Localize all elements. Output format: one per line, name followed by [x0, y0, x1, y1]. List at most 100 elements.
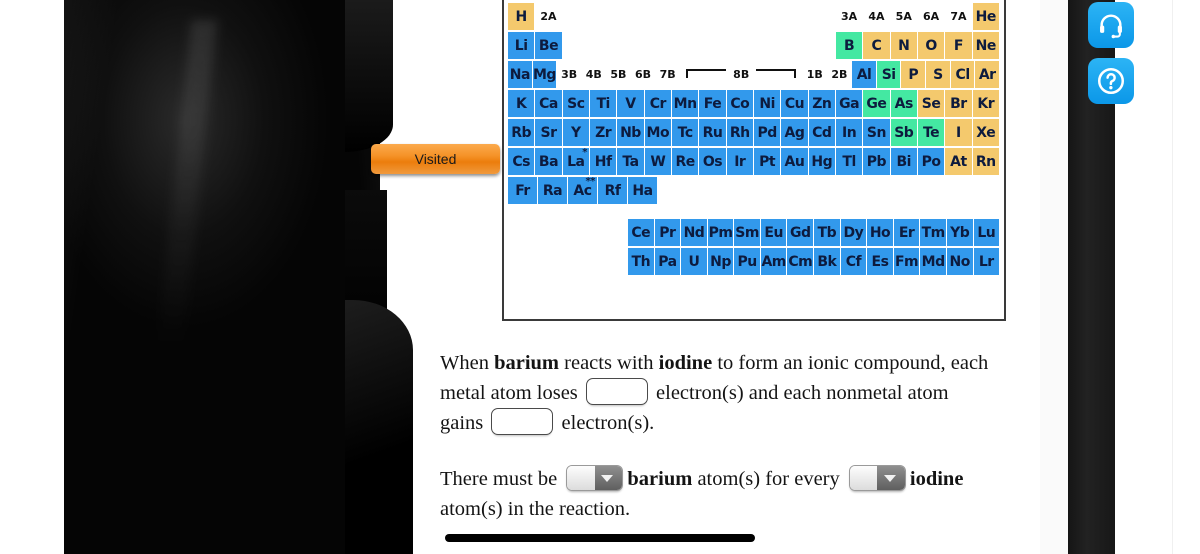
- element-cell[interactable]: Mn: [671, 90, 699, 117]
- visited-tab[interactable]: Visited: [371, 144, 500, 174]
- element-cell[interactable]: La *: [562, 148, 589, 175]
- element-cell[interactable]: Ho: [867, 219, 893, 246]
- help-button[interactable]: [1088, 58, 1134, 104]
- element-cell[interactable]: Co: [726, 90, 753, 117]
- support-button[interactable]: [1088, 2, 1134, 48]
- element-cell[interactable]: Al: [852, 61, 876, 88]
- element-cell[interactable]: I: [945, 119, 972, 146]
- element-cell[interactable]: Kr: [972, 90, 999, 117]
- element-cell[interactable]: N: [890, 32, 917, 59]
- element-cell[interactable]: S: [926, 61, 950, 88]
- element-cell[interactable]: Ir: [726, 148, 753, 175]
- element-cell[interactable]: Rb: [508, 119, 535, 146]
- element-cell[interactable]: Au: [781, 148, 808, 175]
- element-cell[interactable]: Pb: [863, 148, 890, 175]
- element-cell[interactable]: Nd: [681, 219, 707, 246]
- element-cell[interactable]: Na: [508, 61, 532, 88]
- element-cell[interactable]: He: [972, 3, 999, 30]
- element-cell[interactable]: Ti: [589, 90, 617, 117]
- element-cell[interactable]: Sm: [734, 219, 760, 246]
- metal-electrons-input[interactable]: [585, 378, 648, 405]
- element-cell[interactable]: Sr: [535, 119, 562, 146]
- element-cell[interactable]: Hf: [589, 148, 617, 175]
- element-cell[interactable]: Ne: [972, 32, 999, 59]
- element-cell[interactable]: Ag: [781, 119, 808, 146]
- element-cell[interactable]: Gd: [787, 219, 814, 246]
- element-cell[interactable]: Es: [867, 248, 893, 275]
- element-cell[interactable]: Hg: [808, 148, 835, 175]
- element-cell[interactable]: Tm: [920, 219, 946, 246]
- element-cell[interactable]: Sc: [562, 90, 589, 117]
- element-cell[interactable]: Eu: [760, 219, 787, 246]
- element-cell[interactable]: Ha: [628, 177, 657, 204]
- element-cell[interactable]: Ca: [535, 90, 562, 117]
- element-cell[interactable]: Mo: [644, 119, 671, 146]
- element-cell[interactable]: Tb: [814, 219, 840, 246]
- element-cell[interactable]: V: [617, 90, 644, 117]
- element-cell[interactable]: Md: [920, 248, 946, 275]
- element-cell[interactable]: Am: [760, 248, 787, 275]
- element-cell[interactable]: U: [681, 248, 707, 275]
- element-cell[interactable]: Bi: [890, 148, 917, 175]
- element-cell[interactable]: Nb: [617, 119, 644, 146]
- element-cell[interactable]: Er: [893, 219, 920, 246]
- element-cell[interactable]: Cf: [840, 248, 867, 275]
- element-cell[interactable]: Be: [535, 32, 562, 59]
- nonmetal-count-select[interactable]: [848, 465, 906, 491]
- element-cell[interactable]: Np: [707, 248, 734, 275]
- element-cell[interactable]: No: [946, 248, 973, 275]
- element-cell[interactable]: Pm: [707, 219, 734, 246]
- element-cell[interactable]: Pt: [753, 148, 781, 175]
- element-cell[interactable]: Pu: [734, 248, 760, 275]
- element-cell[interactable]: C: [863, 32, 890, 59]
- element-cell[interactable]: Ge: [863, 90, 890, 117]
- element-cell[interactable]: Tc: [671, 119, 699, 146]
- element-cell[interactable]: As: [890, 90, 917, 117]
- element-cell[interactable]: P: [901, 61, 926, 88]
- element-cell[interactable]: Y: [562, 119, 589, 146]
- element-cell[interactable]: Rh: [726, 119, 753, 146]
- element-cell[interactable]: Dy: [840, 219, 867, 246]
- element-cell[interactable]: Pd: [753, 119, 781, 146]
- element-cell[interactable]: Fm: [893, 248, 920, 275]
- element-cell[interactable]: Cl: [950, 61, 975, 88]
- scrollbar-track[interactable]: [1178, 0, 1194, 554]
- element-cell[interactable]: Re: [671, 148, 699, 175]
- element-cell[interactable]: Tl: [835, 148, 863, 175]
- element-cell[interactable]: Lu: [973, 219, 1000, 246]
- element-cell[interactable]: F: [945, 32, 972, 59]
- element-cell[interactable]: Fr: [508, 177, 537, 204]
- metal-count-select[interactable]: [566, 465, 624, 491]
- element-cell[interactable]: W: [644, 148, 671, 175]
- element-cell[interactable]: H: [508, 3, 535, 30]
- element-cell[interactable]: Sn: [863, 119, 890, 146]
- element-cell[interactable]: Cd: [808, 119, 835, 146]
- element-cell[interactable]: Th: [628, 248, 654, 275]
- element-cell[interactable]: Pa: [654, 248, 681, 275]
- element-cell[interactable]: Br: [945, 90, 972, 117]
- element-cell[interactable]: Ga: [835, 90, 863, 117]
- element-cell[interactable]: Ar: [975, 61, 1000, 88]
- element-cell[interactable]: Ac **: [568, 177, 597, 204]
- element-cell[interactable]: Ni: [753, 90, 781, 117]
- element-cell[interactable]: Rf: [598, 177, 627, 204]
- element-cell[interactable]: Fe: [699, 90, 726, 117]
- element-cell[interactable]: B: [835, 32, 863, 59]
- element-cell[interactable]: Zn: [808, 90, 835, 117]
- element-cell[interactable]: Rn: [972, 148, 999, 175]
- element-cell[interactable]: In: [835, 119, 863, 146]
- element-cell[interactable]: Po: [917, 148, 945, 175]
- element-cell[interactable]: Li: [508, 32, 535, 59]
- element-cell[interactable]: Mg: [532, 61, 556, 88]
- element-cell[interactable]: Lr: [973, 248, 1000, 275]
- element-cell[interactable]: Ba: [535, 148, 562, 175]
- element-cell[interactable]: Xe: [972, 119, 999, 146]
- element-cell[interactable]: At: [945, 148, 972, 175]
- element-cell[interactable]: K: [508, 90, 535, 117]
- element-cell[interactable]: Yb: [946, 219, 973, 246]
- element-cell[interactable]: O: [917, 32, 945, 59]
- element-cell[interactable]: Sb: [890, 119, 917, 146]
- element-cell[interactable]: Te: [917, 119, 945, 146]
- nonmetal-electrons-input[interactable]: [491, 408, 554, 435]
- element-cell[interactable]: Ce: [628, 219, 654, 246]
